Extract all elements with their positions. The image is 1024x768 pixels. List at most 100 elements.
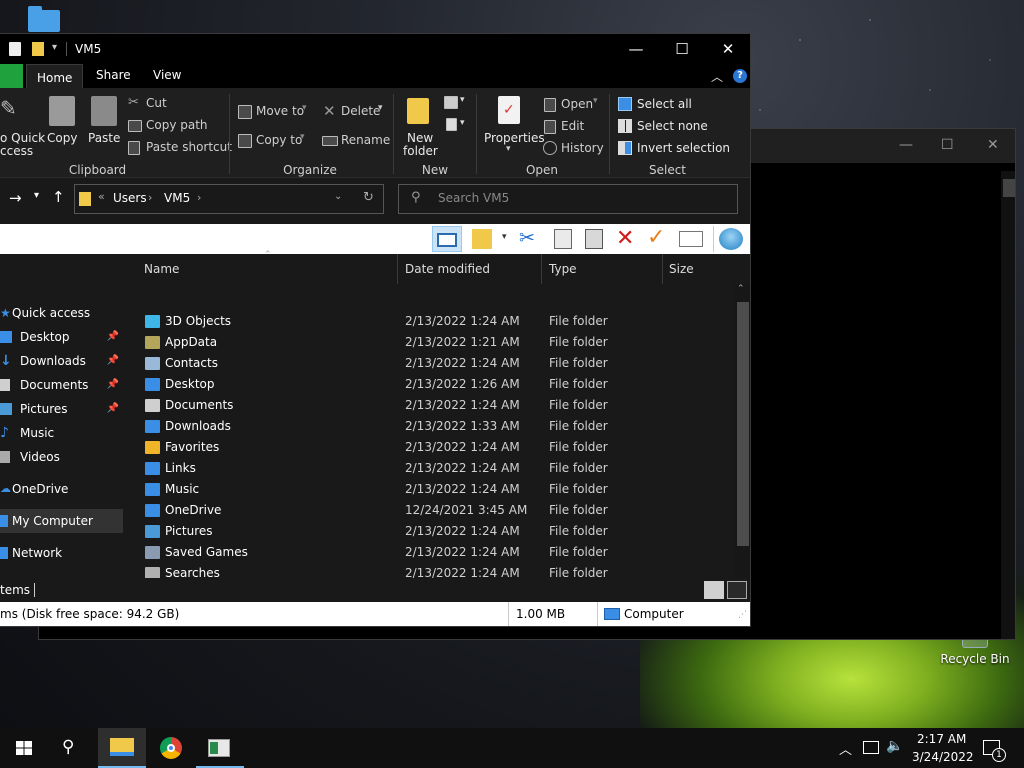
delete-button[interactable]: Delete xyxy=(341,104,380,118)
open-icon[interactable] xyxy=(544,98,556,112)
shell-icon[interactable] xyxy=(719,228,743,250)
table-row[interactable]: AppData 2/13/2022 1:21 AM File folder xyxy=(127,332,732,353)
minimize-icon[interactable]: — xyxy=(621,40,651,58)
column-header-name[interactable]: Name xyxy=(138,254,398,284)
properties-quick-icon[interactable] xyxy=(9,42,21,56)
table-row[interactable]: 3D Objects 2/13/2022 1:24 AM File folder xyxy=(127,311,732,332)
recent-locations-icon[interactable]: ▾ xyxy=(34,190,39,201)
copy-path-icon[interactable] xyxy=(128,120,142,132)
select-all-button[interactable]: Select all xyxy=(637,97,692,111)
copy-icon[interactable] xyxy=(49,96,75,126)
nav-onedrive[interactable]: ☁ OneDrive xyxy=(0,477,123,501)
up-arrow-icon[interactable]: ↑ xyxy=(52,188,65,206)
properties-button[interactable]: Properties xyxy=(484,131,545,145)
open-button[interactable]: Open xyxy=(561,97,593,111)
pin-quick-access-label-2[interactable]: ccess xyxy=(0,144,33,158)
copy-to-icon[interactable] xyxy=(238,134,252,148)
search-box[interactable]: ⚲ Search VM5 xyxy=(398,184,738,214)
close-icon[interactable]: ✕ xyxy=(987,137,999,153)
copy-path-button[interactable]: Copy path xyxy=(146,118,208,132)
pin-icon[interactable]: 📌 xyxy=(107,349,119,373)
select-none-button[interactable]: Select none xyxy=(637,119,708,133)
easy-access-dropdown-icon[interactable]: ▾ xyxy=(460,118,465,128)
network-status-icon[interactable] xyxy=(863,741,879,754)
new-folder-button-2[interactable]: folder xyxy=(403,144,438,158)
nav-my-computer[interactable]: My Computer xyxy=(0,509,123,533)
rename-button[interactable]: Rename xyxy=(341,133,390,147)
scroll-up-icon[interactable]: ⌃ xyxy=(737,284,745,294)
search-input[interactable]: Search VM5 xyxy=(438,191,509,205)
chrome-taskbar-button[interactable] xyxy=(148,728,196,768)
delete-icon[interactable]: ✕ xyxy=(323,102,336,120)
collapse-ribbon-icon[interactable]: ︿ xyxy=(711,68,723,85)
checkmark-icon[interactable]: ✓ xyxy=(647,225,665,250)
maximize-icon[interactable]: ☐ xyxy=(667,40,697,58)
breadcrumb-separator-icon[interactable]: › xyxy=(148,191,152,204)
table-row[interactable]: Pictures 2/13/2022 1:24 AM File folder xyxy=(127,521,732,542)
nav-downloads[interactable]: ↓ Downloads 📌 xyxy=(0,349,123,373)
table-row[interactable]: Favorites 2/13/2022 1:24 AM File folder xyxy=(127,437,732,458)
maximize-icon[interactable]: ☐ xyxy=(941,137,954,153)
history-button[interactable]: History xyxy=(561,141,604,155)
breadcrumb-vm5[interactable]: VM5 xyxy=(164,191,190,205)
rename-icon[interactable] xyxy=(322,136,338,146)
table-row[interactable]: Downloads 2/13/2022 1:33 AM File folder xyxy=(127,416,732,437)
nav-desktop[interactable]: Desktop 📌 xyxy=(0,325,123,349)
tab-home[interactable]: Home xyxy=(26,64,84,88)
breadcrumb-users[interactable]: Users xyxy=(113,191,147,205)
move-to-dropdown-icon[interactable]: ▾ xyxy=(302,103,307,113)
copy-icon[interactable] xyxy=(554,229,572,249)
new-folder-quick-icon[interactable] xyxy=(32,42,44,56)
paste-icon[interactable] xyxy=(91,96,117,126)
breadcrumb-separator-icon[interactable]: › xyxy=(197,191,201,204)
table-row[interactable]: Desktop 2/13/2022 1:26 AM File folder xyxy=(127,374,732,395)
move-to-icon[interactable] xyxy=(238,105,252,119)
copy-button[interactable]: Copy xyxy=(47,131,77,145)
clock-date[interactable]: 3/24/2022 xyxy=(912,750,974,764)
file-explorer-taskbar-button[interactable] xyxy=(98,728,146,768)
paste-icon[interactable] xyxy=(585,229,603,249)
forward-arrow-icon[interactable]: → xyxy=(9,189,22,207)
pin-quick-access-label[interactable]: o Quick xyxy=(0,131,45,145)
resize-grip-icon[interactable]: ⋰ xyxy=(738,610,747,620)
background-window-scroll-thumb[interactable] xyxy=(1003,179,1015,197)
large-icons-view-button[interactable] xyxy=(727,581,747,599)
nav-videos[interactable]: Videos xyxy=(0,445,123,469)
background-window-scrollbar[interactable] xyxy=(1001,171,1015,639)
table-row[interactable]: Links 2/13/2022 1:24 AM File folder xyxy=(127,458,732,479)
folder-options-icon[interactable] xyxy=(472,229,492,249)
edit-icon[interactable] xyxy=(544,120,556,134)
table-row[interactable]: OneDrive 12/24/2021 3:45 AM File folder xyxy=(127,500,732,521)
new-item-icon[interactable] xyxy=(444,96,458,109)
nav-quick-access[interactable]: ★ Quick access xyxy=(0,301,123,325)
vertical-scroll-thumb[interactable] xyxy=(737,302,749,546)
pin-icon[interactable]: 📌 xyxy=(107,325,119,349)
minimize-icon[interactable]: — xyxy=(899,137,913,153)
copy-to-button[interactable]: Copy to xyxy=(256,133,302,147)
tab-view[interactable]: View xyxy=(153,68,181,82)
delete-icon[interactable]: ✕ xyxy=(616,226,634,251)
file-explorer-window[interactable]: ▾ VM5 — ☐ ✕ Home Share View ︿ ? ✎ o Quic… xyxy=(0,33,751,627)
pin-icon[interactable]: 📌 xyxy=(107,373,119,397)
breadcrumb-overflow[interactable]: « xyxy=(98,190,105,203)
paste-button[interactable]: Paste xyxy=(88,131,120,145)
new-item-dropdown-icon[interactable]: ▾ xyxy=(460,95,465,105)
table-row[interactable]: Documents 2/13/2022 1:24 AM File folder xyxy=(127,395,732,416)
invert-selection-button[interactable]: Invert selection xyxy=(637,141,730,155)
paste-shortcut-button[interactable]: Paste shortcut xyxy=(146,140,232,154)
nav-network[interactable]: Network xyxy=(0,541,123,565)
select-none-icon[interactable] xyxy=(618,119,632,133)
new-folder-icon[interactable] xyxy=(407,98,429,124)
desktop-folder-icon[interactable] xyxy=(28,6,60,32)
tab-share[interactable]: Share xyxy=(96,68,131,82)
new-folder-button[interactable]: New xyxy=(407,131,433,145)
cut-button[interactable]: Cut xyxy=(146,96,167,110)
open-dropdown-icon[interactable]: ▾ xyxy=(593,96,598,106)
address-dropdown-icon[interactable]: ⌄ xyxy=(334,191,342,202)
move-to-button[interactable]: Move to xyxy=(256,104,304,118)
column-header-date[interactable]: Date modified xyxy=(399,254,542,284)
pin-icon[interactable]: 📌 xyxy=(107,397,119,421)
rename-icon[interactable] xyxy=(679,231,703,247)
customize-qat-icon[interactable]: ▾ xyxy=(52,42,57,53)
show-hidden-icons-icon[interactable]: ︿ xyxy=(839,739,852,758)
